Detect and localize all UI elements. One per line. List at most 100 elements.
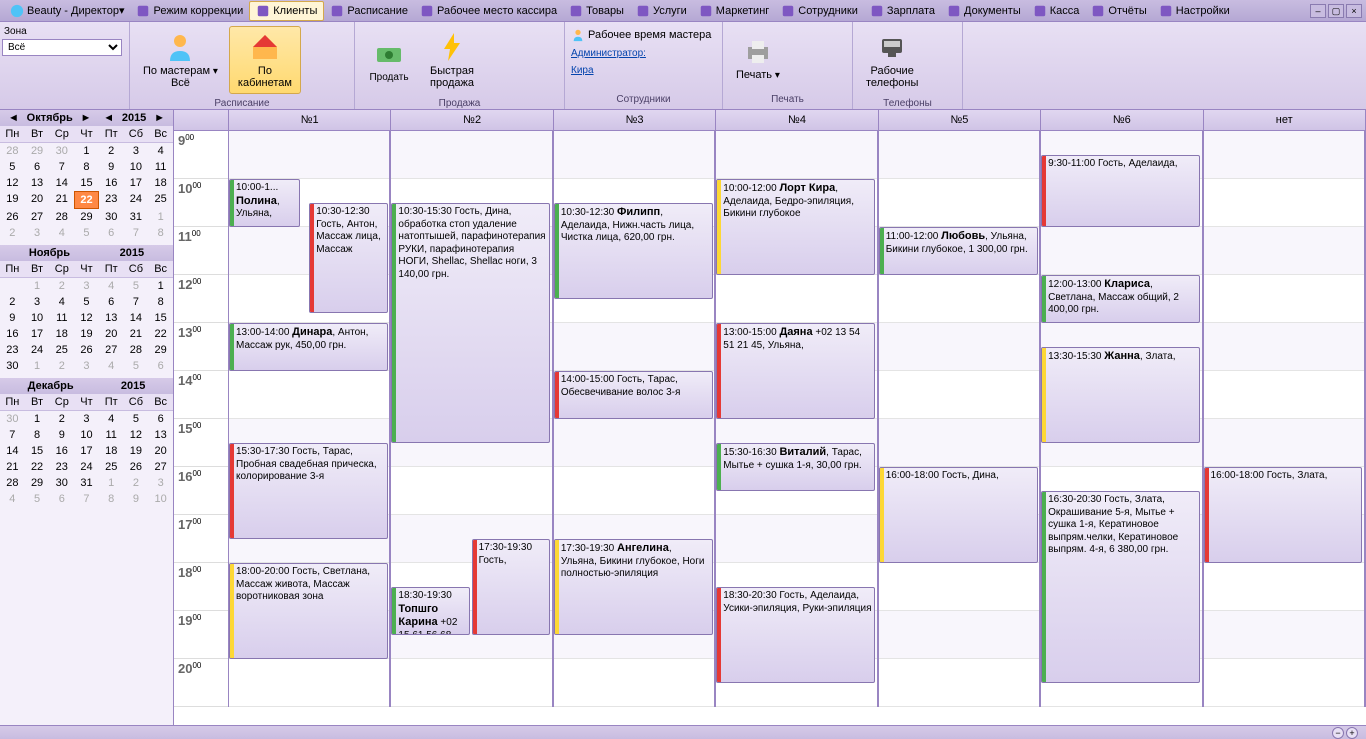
cal-day[interactable]: 19	[124, 443, 149, 459]
column-header[interactable]: №2	[391, 110, 553, 130]
cal-day-other[interactable]: 2	[49, 278, 74, 294]
appointment[interactable]: 10:00-12:00 Лорт Кира, Аделаида, Бедро-э…	[716, 179, 875, 275]
cal-day[interactable]: 16	[49, 443, 74, 459]
cal-day[interactable]: 12	[0, 175, 25, 191]
cal-day[interactable]: 24	[74, 459, 99, 475]
cal-day[interactable]: 5	[0, 159, 25, 175]
menu-calendar[interactable]: Расписание	[324, 1, 414, 21]
cal-day-other[interactable]: 3	[148, 475, 173, 491]
cal-day-other[interactable]: 30	[49, 143, 74, 159]
appointment[interactable]: 16:30-20:30 Гость, Злата, Окрашивание 5-…	[1041, 491, 1200, 683]
menu-clock[interactable]: Режим коррекции	[130, 1, 249, 21]
cal-day-other[interactable]: 4	[99, 358, 124, 374]
cal-day[interactable]: 26	[74, 342, 99, 358]
cal-day[interactable]: 7	[49, 159, 74, 175]
cal-day[interactable]: 7	[0, 427, 25, 443]
cal-day[interactable]: 14	[49, 175, 74, 191]
cal-day-other[interactable]: 7	[74, 491, 99, 507]
cal-prev[interactable]: ◄	[4, 112, 23, 124]
cal-day[interactable]: 25	[49, 342, 74, 358]
cal-day[interactable]: 29	[148, 342, 173, 358]
cal-day[interactable]: 3	[124, 143, 149, 159]
cal-day-other[interactable]: 1	[25, 358, 50, 374]
cal-day[interactable]: 9	[99, 159, 124, 175]
cal-day-other[interactable]: 6	[148, 358, 173, 374]
cal-day-other[interactable]: 3	[25, 225, 50, 241]
cal-day[interactable]: 13	[99, 310, 124, 326]
cal-day[interactable]: 1	[148, 278, 173, 294]
column-header[interactable]: №5	[879, 110, 1041, 130]
by-masters-button[interactable]: По мастерам ▾Всё	[134, 26, 227, 94]
appointment[interactable]: 17:30-19:30 Ангелина, Ульяна, Бикини глу…	[554, 539, 713, 635]
cal-day[interactable]: 6	[148, 411, 173, 427]
cal-day-other[interactable]: 4	[99, 278, 124, 294]
cal-day-other[interactable]: 5	[124, 358, 149, 374]
cal-day[interactable]: 30	[49, 475, 74, 491]
zoom-out-button[interactable]: −	[1332, 727, 1344, 739]
menu-cash[interactable]: Касса	[1027, 1, 1086, 21]
cal-day[interactable]: 17	[25, 326, 50, 342]
cal-day[interactable]: 21	[0, 459, 25, 475]
appointment[interactable]: 10:30-12:30 Гость, Антон, Массаж лица, М…	[309, 203, 388, 313]
cal-day[interactable]: 21	[49, 191, 74, 209]
cal-day[interactable]: 30	[0, 358, 25, 374]
cal-day-other[interactable]: 1	[25, 278, 50, 294]
cal-day-other[interactable]: 7	[124, 225, 149, 241]
cal-day[interactable]: 25	[148, 191, 173, 209]
cal-day[interactable]: 13	[148, 427, 173, 443]
cal-day[interactable]: 11	[99, 427, 124, 443]
appointment[interactable]: 15:30-16:30 Виталий, Тарас, Мытье + сушк…	[716, 443, 875, 491]
cal-day[interactable]: 16	[0, 326, 25, 342]
appointment[interactable]: 10:00-1... Полина, Ульяна,	[229, 179, 300, 227]
cal-day[interactable]: 22	[74, 191, 99, 209]
cal-day-other[interactable]: 2	[124, 475, 149, 491]
column-header[interactable]: №1	[229, 110, 391, 130]
cal-day[interactable]: 17	[124, 175, 149, 191]
cal-day[interactable]: 23	[0, 342, 25, 358]
cal-day[interactable]: 3	[25, 294, 50, 310]
cal-day[interactable]: 18	[148, 175, 173, 191]
cal-day-other[interactable]: 30	[0, 411, 25, 427]
cal-day[interactable]: 17	[74, 443, 99, 459]
cal-day[interactable]: 2	[49, 411, 74, 427]
phones-button[interactable]: Рабочиетелефоны	[857, 26, 927, 94]
cal-day[interactable]: 28	[49, 209, 74, 225]
cal-day[interactable]: 6	[99, 294, 124, 310]
maximize-button[interactable]: ▢	[1328, 4, 1344, 18]
appointment[interactable]: 18:30-19:30 Топшго Карина +02 15 61 56 6…	[391, 587, 470, 635]
appointment[interactable]: 18:30-20:30 Гость, Аделаида, Усики-эпиля…	[716, 587, 875, 683]
cal-day-other[interactable]: 2	[0, 225, 25, 241]
cal-day[interactable]: 26	[0, 209, 25, 225]
cal-day[interactable]: 29	[74, 209, 99, 225]
cal-day[interactable]: 27	[148, 459, 173, 475]
cal-day[interactable]: 19	[74, 326, 99, 342]
column-header[interactable]: №3	[554, 110, 716, 130]
cal-day[interactable]: 4	[148, 143, 173, 159]
cal-day[interactable]: 9	[0, 310, 25, 326]
appointment[interactable]: 15:30-17:30 Гость, Тарас, Пробная свадеб…	[229, 443, 388, 539]
cal-day[interactable]: 10	[74, 427, 99, 443]
cal-day-other[interactable]: 1	[148, 209, 173, 225]
menu-people[interactable]: Сотрудники	[775, 1, 864, 21]
column-header[interactable]: №6	[1041, 110, 1203, 130]
appointment[interactable]: 9:30-11:00 Гость, Аделаида,	[1041, 155, 1200, 227]
cal-day[interactable]: 15	[25, 443, 50, 459]
schedule-grid[interactable]: №1№2№3№4№5№6нет 900100011001200130014001…	[174, 110, 1366, 725]
cal-day[interactable]: 28	[124, 342, 149, 358]
cal-next-month[interactable]: ►	[77, 112, 96, 124]
zone-select[interactable]: Всё	[2, 39, 122, 56]
cal-next-year[interactable]: ►	[150, 112, 169, 124]
menu-cashier[interactable]: Рабочее место кассира	[414, 1, 563, 21]
cal-day[interactable]: 31	[74, 475, 99, 491]
cal-day-other[interactable]	[0, 278, 25, 294]
appointment[interactable]: 11:00-12:00 Любовь, Ульяна, Бикини глубо…	[879, 227, 1038, 275]
cal-day[interactable]: 11	[148, 159, 173, 175]
cal-day-other[interactable]: 10	[148, 491, 173, 507]
cal-day[interactable]: 2	[0, 294, 25, 310]
appointment[interactable]: 13:00-14:00 Динара, Антон, Массаж рук, 4…	[229, 323, 388, 371]
schedule-column[interactable]: 10:30-15:30 Гость, Дина, обработка стоп …	[391, 131, 553, 707]
appointment[interactable]: 12:00-13:00 Клариса, Светлана, Массаж об…	[1041, 275, 1200, 323]
cal-day-other[interactable]: 28	[0, 143, 25, 159]
cal-day-other[interactable]: 5	[124, 278, 149, 294]
cal-day[interactable]: 24	[25, 342, 50, 358]
